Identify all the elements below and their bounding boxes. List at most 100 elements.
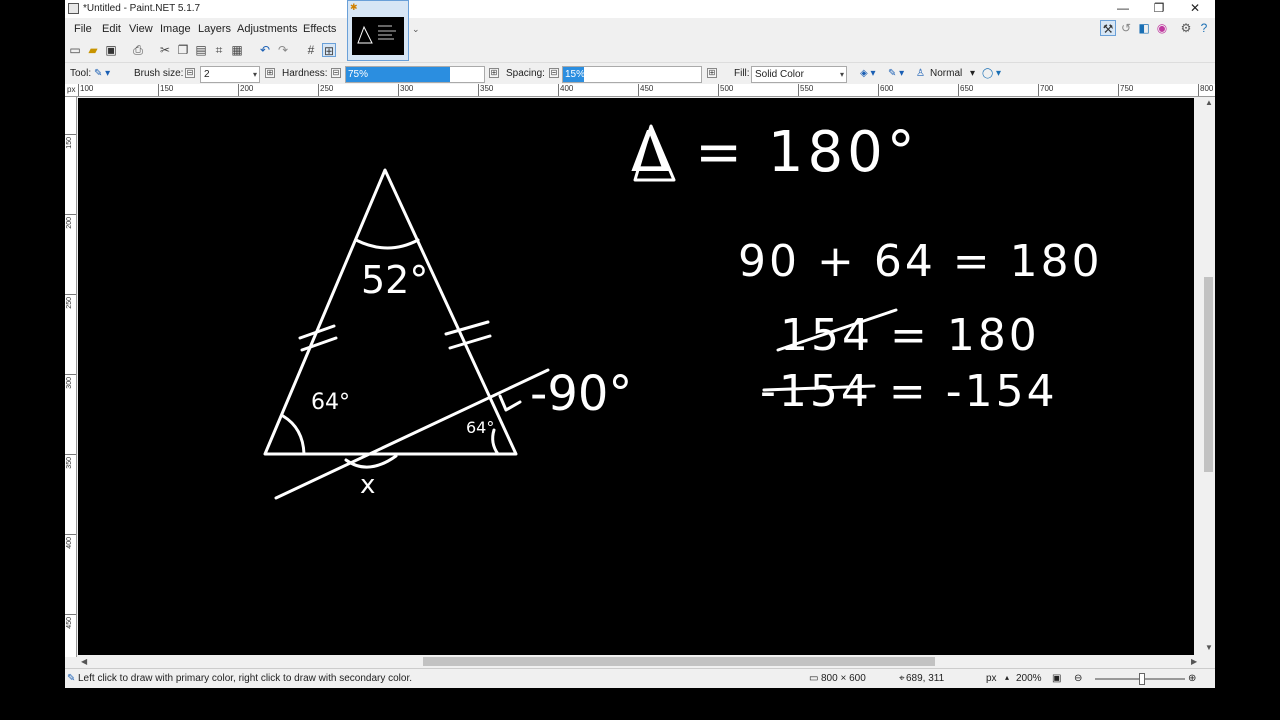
spacing-increase[interactable]: ⊞ — [707, 68, 717, 78]
hardness-increase[interactable]: ⊞ — [489, 68, 499, 78]
zoom-in-icon[interactable]: ⊕ — [1188, 673, 1196, 684]
chevron-down-icon[interactable]: ▾ — [970, 68, 975, 79]
brush-size-decrease[interactable]: ⊟ — [185, 68, 195, 78]
ruler-tick: 500 — [718, 84, 733, 96]
window-title: *Untitled - Paint.NET 5.1.7 — [83, 3, 201, 14]
zoom-slider[interactable] — [1095, 673, 1185, 685]
ruler-tick: 350 — [65, 454, 76, 469]
hardness-slider[interactable]: 75% — [345, 66, 485, 83]
ruler-tick-label: 350 — [66, 457, 73, 469]
ruler-tick: 150 — [65, 134, 76, 149]
blend-mode-select[interactable]: Normal — [930, 68, 962, 79]
spacing-decrease[interactable]: ⊟ — [549, 68, 559, 78]
paste-icon[interactable]: ▤ — [194, 43, 208, 57]
zoom-slider-knob[interactable] — [1139, 673, 1145, 685]
scroll-right-icon[interactable]: ▶ — [1191, 657, 1197, 666]
menu-view[interactable]: View — [129, 23, 153, 35]
image-tab[interactable]: ✱ — [347, 0, 409, 61]
hardness-fill: 75% — [346, 67, 450, 82]
status-hint: Left click to draw with primary color, r… — [78, 673, 413, 684]
drawing-canvas[interactable]: 52° 64° 64° -90° x Δ = 180° 90 + 64 = 18… — [78, 98, 1194, 655]
ruler-tick: 250 — [318, 84, 333, 96]
app-icon — [68, 3, 79, 14]
image-size-icon: ▭ — [809, 673, 819, 684]
antialias-icon[interactable]: ◈ ▾ — [860, 68, 876, 79]
tool-options-bar: Tool: ✎ ▾ Brush size: ⊟ 2 ▾ ⊞ Hardness: … — [65, 62, 1215, 84]
cut-icon[interactable]: ✂ — [158, 43, 172, 57]
ruler-tick: 200 — [65, 214, 76, 229]
spacing-slider[interactable]: 15% — [562, 66, 702, 83]
fill-select[interactable]: Solid Color ▾ — [751, 66, 847, 83]
left-angle-arc — [281, 414, 306, 456]
scroll-down-icon[interactable]: ▼ — [1205, 643, 1213, 652]
colors-icon[interactable]: ◉ — [1154, 20, 1170, 36]
brush-size-input[interactable]: 2 ▾ — [200, 66, 260, 83]
print-icon[interactable]: ⎙ — [131, 43, 145, 57]
hardness-decrease[interactable]: ⊟ — [331, 68, 341, 78]
undo-icon[interactable]: ↶ — [258, 43, 272, 57]
ruler-tick-label: 250 — [66, 297, 73, 309]
deselect-icon[interactable]: ▦ — [230, 43, 244, 57]
blend-mode-icon: ♙ — [916, 68, 925, 79]
menu-file[interactable]: File — [74, 23, 92, 35]
ruler-tick: 600 — [878, 84, 893, 96]
units-select[interactable]: px — [986, 673, 997, 684]
menu-layers[interactable]: Layers — [198, 23, 231, 35]
ruler-tick: 550 — [798, 84, 813, 96]
zoom-out-icon[interactable]: ⊖ — [1074, 673, 1082, 684]
top-ruler: px 100 150 200 250 300 350 400 450 500 5… — [65, 84, 1215, 97]
copy-icon[interactable]: ❐ — [176, 43, 190, 57]
history-icon[interactable]: ↺ — [1118, 20, 1134, 36]
equation-line-2: 90 + 64 = 180 — [738, 236, 1103, 287]
vertical-scrollbar[interactable]: ▲ ▼ — [1202, 97, 1215, 655]
ruler-tick-label: 200 — [66, 217, 73, 229]
redo-icon[interactable]: ↷ — [276, 43, 290, 57]
fill-label: Fill: — [734, 68, 750, 79]
ruler-tick: 450 — [638, 84, 653, 96]
paintbrush-icon[interactable]: ✎ ▾ — [94, 68, 110, 79]
left-angle-label: 64° — [311, 390, 350, 415]
alpha-blending-icon[interactable]: ✎ ▾ — [888, 68, 904, 79]
minimize-button[interactable]: — — [1105, 0, 1141, 18]
ninety-degree-label: -90° — [530, 366, 633, 422]
menu-image[interactable]: Image — [160, 23, 191, 35]
chevron-up-icon[interactable]: ▴ — [1005, 673, 1009, 682]
menu-adjustments[interactable]: Adjustments — [237, 23, 298, 35]
vertical-scroll-thumb[interactable] — [1204, 277, 1213, 472]
new-icon[interactable]: ▭ — [68, 43, 82, 57]
horizontal-scroll-thumb[interactable] — [423, 657, 935, 666]
fit-window-icon[interactable]: ▣ — [1052, 673, 1061, 684]
ruler-icon[interactable]: ⊞ — [322, 43, 336, 58]
left-ruler: 150 200 250 300 350 400 450 — [65, 97, 77, 657]
ruler-tick: 750 — [1118, 84, 1133, 96]
close-button[interactable]: ✕ — [1177, 0, 1213, 18]
menu-effects[interactable]: Effects — [303, 23, 336, 35]
horizontal-scrollbar[interactable]: ◀ ▶ — [78, 655, 1202, 668]
scroll-up-icon[interactable]: ▲ — [1205, 98, 1213, 107]
settings-icon[interactable]: ⚙ — [1178, 20, 1194, 36]
save-icon[interactable]: ▣ — [104, 43, 118, 57]
menu-edit[interactable]: Edit — [102, 23, 121, 35]
layers-icon[interactable]: ◧ — [1136, 20, 1152, 36]
ruler-tick-label: 400 — [66, 537, 73, 549]
brush-size-value: 2 — [204, 69, 210, 80]
maximize-button[interactable]: ❐ — [1141, 0, 1177, 18]
help-icon[interactable]: ? — [1196, 20, 1212, 36]
equation-line-4: -154 = -154 — [760, 366, 1058, 417]
selection-mode-icon[interactable]: ◯ ▾ — [982, 68, 1001, 79]
ruler-unit: px — [67, 85, 76, 94]
chevron-down-icon[interactable]: ⌄ — [412, 24, 420, 35]
equation-line-3: 154 = 180 — [780, 310, 1040, 361]
crop-icon[interactable]: ⌗ — [212, 43, 226, 57]
ruler-tick: 450 — [65, 614, 76, 629]
scroll-left-icon[interactable]: ◀ — [81, 657, 87, 666]
ruler-tick-label: 150 — [66, 137, 73, 149]
brush-size-increase[interactable]: ⊞ — [265, 68, 275, 78]
grid-icon[interactable]: # — [304, 43, 318, 57]
menu-bar: File Edit View Image Layers Adjustments … — [65, 18, 345, 40]
tools-icon[interactable]: ⚒ — [1100, 20, 1116, 36]
top-angle-label: 52° — [361, 258, 429, 302]
zoom-level[interactable]: 200% — [1016, 673, 1042, 684]
open-icon[interactable]: ▰ — [86, 43, 100, 57]
right-angle-label: 64° — [466, 418, 495, 437]
